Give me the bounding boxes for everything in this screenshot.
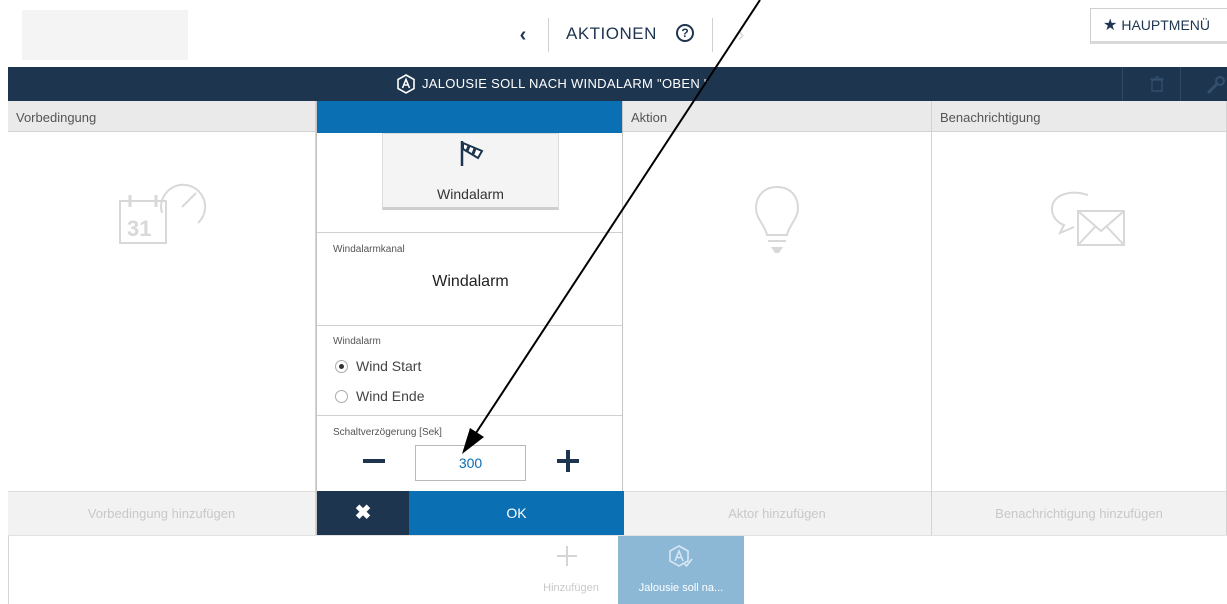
chat-mail-icon bbox=[1050, 191, 1125, 246]
nav-divider bbox=[712, 18, 713, 52]
radio-wind-end[interactable]: Wind Ende bbox=[335, 388, 424, 404]
trigger-tile[interactable]: Windalarm bbox=[382, 133, 559, 210]
section-divider bbox=[317, 232, 622, 233]
plus-icon bbox=[557, 546, 577, 566]
increment-button[interactable] bbox=[557, 450, 579, 472]
add-automation-label: Hinzufügen bbox=[543, 582, 599, 594]
automation-title-bar: JALOUSIE SOLL NACH WINDALARM "OBEN " bbox=[8, 67, 1227, 101]
editor-header bbox=[317, 101, 622, 133]
close-icon: ✖ bbox=[354, 502, 372, 524]
add-precondition-button[interactable]: Vorbedingung hinzufügen bbox=[8, 491, 315, 535]
star-icon: ★ bbox=[1103, 17, 1118, 34]
trigger-label: Windalarm bbox=[437, 186, 504, 202]
add-notification-button[interactable]: Benachrichtigung hinzufügen bbox=[932, 491, 1226, 535]
page-title: AKTIONEN bbox=[566, 24, 657, 43]
action-column: Aktion Aktor hinzufügen bbox=[623, 101, 932, 535]
main-menu-button[interactable]: ★ HAUPTMENÜ bbox=[1090, 8, 1227, 44]
section-divider bbox=[317, 325, 622, 326]
chevron-right-icon: › bbox=[737, 24, 745, 46]
titlebar-divider bbox=[1180, 67, 1181, 101]
ok-button[interactable]: OK bbox=[409, 491, 624, 535]
automation-list-bar: Hinzufügen Jalousie soll na... bbox=[8, 535, 1227, 604]
automation-tile-label: Jalousie soll na... bbox=[638, 582, 724, 594]
radio-button-checked[interactable] bbox=[335, 359, 348, 373]
automation-title: JALOUSIE SOLL NACH WINDALARM "OBEN " bbox=[422, 76, 709, 91]
app-window: ‹ AKTIONEN ? › ★ HAUPTMENÜ JALOUSIE SOLL… bbox=[0, 0, 1227, 604]
channel-value[interactable]: Windalarm bbox=[317, 273, 624, 291]
calendar-clock-icon: 31 bbox=[119, 183, 207, 244]
alarm-label: Windalarm bbox=[333, 336, 381, 347]
automation-a-icon bbox=[669, 545, 693, 568]
wrench-icon[interactable] bbox=[1206, 75, 1226, 95]
trigger-editor-panel: Windalarm Windalarmkanal Windalarm Winda… bbox=[316, 101, 624, 535]
nav-divider bbox=[548, 18, 549, 52]
channel-label: Windalarmkanal bbox=[333, 244, 405, 255]
section-divider bbox=[317, 415, 622, 416]
precondition-column: Vorbedingung 31 Vorbedingung hinzufügen bbox=[8, 101, 316, 535]
main-menu-label: HAUPTMENÜ bbox=[1121, 17, 1211, 33]
radio-wind-start[interactable]: Wind Start bbox=[335, 358, 421, 374]
windsock-icon bbox=[460, 141, 484, 166]
radio-label: Wind Start bbox=[356, 358, 422, 374]
delay-input[interactable] bbox=[415, 445, 526, 481]
cancel-button[interactable]: ✖ bbox=[317, 491, 409, 535]
add-automation-button[interactable]: Hinzufügen bbox=[521, 536, 621, 604]
notification-column: Benachrichtigung Benachrichtigung hinzuf… bbox=[932, 101, 1227, 535]
automation-a-icon bbox=[397, 74, 415, 94]
svg-text:31: 31 bbox=[127, 216, 151, 241]
titlebar-divider bbox=[1122, 67, 1123, 101]
radio-button[interactable] bbox=[335, 389, 348, 403]
add-actuator-button[interactable]: Aktor hinzufügen bbox=[623, 491, 931, 535]
decrement-button[interactable] bbox=[363, 459, 385, 463]
action-header: Aktion bbox=[623, 101, 931, 132]
trash-icon[interactable] bbox=[1150, 76, 1164, 92]
top-navigation: ‹ AKTIONEN ? › ★ HAUPTMENÜ bbox=[0, 0, 1227, 67]
chevron-left-icon[interactable]: ‹ bbox=[510, 22, 536, 48]
logo-placeholder bbox=[22, 10, 188, 60]
notification-header: Benachrichtigung bbox=[932, 101, 1226, 132]
lightbulb-icon bbox=[754, 185, 800, 253]
delay-label: Schaltverzögerung [Sek] bbox=[333, 427, 442, 438]
precondition-header: Vorbedingung bbox=[8, 101, 315, 132]
automation-tile[interactable]: Jalousie soll na... bbox=[618, 536, 744, 604]
radio-label: Wind Ende bbox=[356, 388, 425, 404]
question-circle-icon[interactable]: ? bbox=[676, 24, 694, 42]
